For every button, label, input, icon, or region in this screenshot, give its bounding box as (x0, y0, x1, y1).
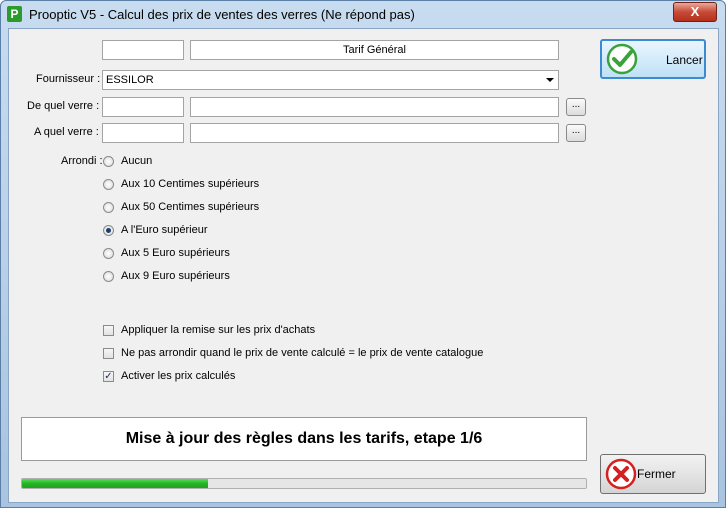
tarif-name-field[interactable]: Tarif Général (190, 40, 559, 60)
application-window: P Prooptic V5 - Calcul des prix de vente… (0, 0, 726, 508)
progress-bar-fill (22, 479, 209, 488)
option-label[interactable]: Appliquer la remise sur les prix d'achat… (121, 324, 315, 336)
fournisseur-dropdown[interactable]: ESSILOR (102, 70, 559, 90)
progress-bar (21, 478, 587, 489)
option-label[interactable]: Ne pas arrondir quand le prix de vente c… (121, 347, 483, 359)
lancer-label: Lancer (666, 53, 703, 67)
tarif-code-field[interactable] (102, 40, 184, 60)
de-quel-verre-label: De quel verre : (27, 100, 100, 112)
a-quel-verre-browse-button[interactable]: ... (566, 124, 586, 142)
de-quel-verre-name-field[interactable] (190, 97, 559, 117)
arrondi-option-radio[interactable] (103, 248, 114, 259)
status-message-box: Mise à jour des règles dans les tarifs, … (21, 417, 587, 461)
de-quel-verre-browse-button[interactable]: ... (566, 98, 586, 116)
arrondi-option-label[interactable]: A l'Euro supérieur (121, 224, 207, 236)
option-checkbox[interactable]: ✓ (103, 371, 114, 382)
a-quel-verre-name-field[interactable] (190, 123, 559, 143)
arrondi-label: Arrondi : (61, 155, 103, 167)
a-quel-verre-code-field[interactable] (102, 123, 184, 143)
arrondi-option-radio[interactable] (103, 179, 114, 190)
fournisseur-label: Fournisseur : (36, 73, 101, 85)
close-button[interactable]: X (673, 2, 717, 22)
a-quel-verre-label: A quel verre : (34, 126, 99, 138)
app-icon: P (7, 6, 22, 22)
lancer-button[interactable]: Lancer (600, 39, 706, 79)
arrondi-option-radio[interactable] (103, 271, 114, 282)
option-checkbox[interactable] (103, 348, 114, 359)
fermer-button[interactable]: Fermer (600, 454, 706, 494)
dialog-body: Tarif Général Fournisseur : ESSILOR De q… (8, 28, 719, 503)
option-label[interactable]: Activer les prix calculés (121, 370, 235, 382)
arrondi-option-label[interactable]: Aucun (121, 155, 152, 167)
arrondi-option-radio[interactable] (103, 202, 114, 213)
arrondi-option-label[interactable]: Aux 10 Centimes supérieurs (121, 178, 259, 190)
de-quel-verre-code-field[interactable] (102, 97, 184, 117)
checkmark-icon (606, 43, 638, 75)
arrondi-option-label[interactable]: Aux 50 Centimes supérieurs (121, 201, 259, 213)
option-checkbox[interactable] (103, 325, 114, 336)
chevron-down-icon (546, 78, 554, 82)
arrondi-option-label[interactable]: Aux 9 Euro supérieurs (121, 270, 230, 282)
title-bar[interactable]: P Prooptic V5 - Calcul des prix de vente… (1, 1, 725, 27)
arrondi-option-radio[interactable] (103, 156, 114, 167)
close-x-icon (605, 458, 637, 490)
arrondi-option-label[interactable]: Aux 5 Euro supérieurs (121, 247, 230, 259)
fournisseur-value: ESSILOR (106, 74, 154, 86)
close-icon: X (690, 4, 700, 19)
arrondi-option-radio[interactable] (103, 225, 114, 236)
window-title: Prooptic V5 - Calcul des prix de ventes … (29, 7, 415, 22)
fermer-label: Fermer (637, 467, 676, 481)
